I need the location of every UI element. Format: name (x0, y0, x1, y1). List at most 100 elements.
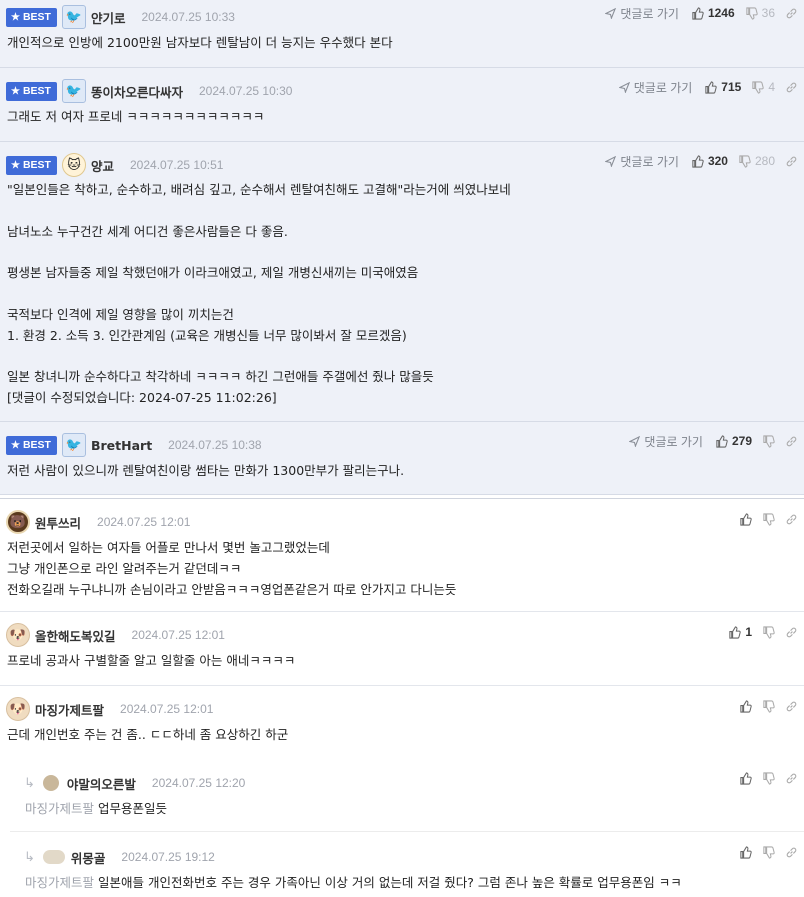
upvote-count: 320 (707, 154, 728, 168)
link-icon[interactable] (785, 700, 798, 713)
downvote-button[interactable] (762, 512, 775, 526)
thumbs-down-icon (763, 845, 775, 859)
bird-icon: 🐦 (61, 433, 86, 457)
thumbs-up-icon (716, 434, 728, 448)
thumbs-down-icon (763, 434, 775, 448)
best-comment: ★ BEST 🐱 양교 2024.07.25 10:51 댓글로 가기 320 2… (0, 142, 804, 422)
upvote-button[interactable]: 279 (715, 434, 752, 448)
downvote-button[interactable]: 4 (751, 80, 775, 94)
comment-body: 근데 개인번호 주는 건 좀.. ㄷㄷ하네 좀 요상하긴 하군 (7, 727, 289, 742)
link-icon[interactable] (785, 772, 798, 785)
upvote-count: 279 (731, 434, 752, 448)
downvote-button[interactable] (762, 625, 775, 639)
upvote-button[interactable] (739, 771, 752, 785)
send-icon (605, 7, 617, 19)
nickname[interactable]: 마징가제트팔 (35, 700, 104, 719)
upvote-count: 715 (721, 80, 742, 94)
comment-date: 2024.07.25 12:01 (120, 702, 214, 716)
nickname[interactable]: 야말의오른발 (67, 774, 136, 793)
bear-icon: 🐻 (6, 510, 30, 534)
upvote-button[interactable]: 1246 (691, 6, 735, 20)
upvote-button[interactable]: 320 (691, 154, 728, 168)
thumbs-up-icon (740, 845, 752, 859)
star-icon: ★ (11, 85, 20, 97)
nickname[interactable]: 얀기로 (91, 8, 126, 27)
link-icon[interactable] (785, 513, 798, 526)
mention-nickname[interactable]: 마징가제트팔 (25, 875, 94, 890)
link-icon[interactable] (785, 81, 798, 94)
reply-text: 일본애들 개인전화번호 주는 경우 가족아닌 이상 거의 없는데 저걸 줬다? … (98, 875, 682, 890)
link-icon[interactable] (785, 846, 798, 859)
downvote-count: 36 (761, 6, 775, 20)
upvote-button[interactable]: 1 (728, 625, 752, 639)
upvote-count: 1246 (707, 6, 735, 20)
goto-reply-link[interactable]: 댓글로 가기 (605, 153, 679, 170)
thumbs-up-icon (729, 625, 742, 639)
dog-icon: 🐶 (6, 697, 30, 721)
link-icon[interactable] (785, 435, 798, 448)
downvote-count: 280 (754, 154, 775, 168)
thumbs-down-icon (745, 6, 758, 20)
star-icon: ★ (11, 11, 20, 23)
upvote-button[interactable]: 715 (704, 80, 741, 94)
link-icon[interactable] (785, 7, 798, 20)
bird-icon: 🐦 (61, 5, 86, 29)
upvote-count: 1 (745, 625, 752, 639)
thumbs-down-icon (752, 80, 765, 94)
upvote-button[interactable] (739, 512, 752, 526)
star-icon: ★ (11, 159, 20, 171)
cat-icon: 🐱 (61, 153, 86, 177)
comment-body: "일본인들은 착하고, 순수하고, 배려심 깊고, 순수해서 렌탈여친해도 고결… (7, 182, 511, 405)
comment-date: 2024.07.25 12:01 (97, 515, 191, 529)
downvote-count: 4 (768, 80, 775, 94)
best-badge: ★ BEST (6, 7, 57, 27)
goto-reply-link[interactable]: 댓글로 가기 (605, 5, 679, 22)
downvote-button[interactable]: 36 (745, 6, 775, 20)
downvote-button[interactable] (762, 434, 775, 448)
downvote-button[interactable] (762, 845, 775, 859)
send-icon (605, 155, 617, 167)
reply-arrow-icon: ↳ (24, 849, 35, 865)
send-icon (618, 81, 630, 93)
goto-reply-link[interactable]: 댓글로 가기 (629, 433, 703, 450)
upvote-button[interactable] (739, 699, 752, 713)
nickname[interactable]: 원투쓰리 (35, 513, 81, 532)
nickname[interactable]: 똥이차오른다싸자 (91, 82, 183, 101)
downvote-button[interactable] (762, 699, 775, 713)
thumbs-down-icon (763, 771, 775, 785)
link-icon[interactable] (785, 626, 798, 639)
reply-body: 마징가제트팔 업무용폰일듯 (24, 796, 798, 819)
cloud-icon (42, 850, 65, 864)
best-comment: ★ BEST 🐦 똥이차오른다싸자 2024.07.25 10:30 댓글로 가기… (0, 68, 804, 142)
upvote-button[interactable] (739, 845, 752, 859)
thumbs-down-icon (763, 625, 775, 639)
nickname[interactable]: 위몽골 (71, 848, 106, 867)
best-badge: ★ BEST (6, 435, 57, 455)
mention-nickname[interactable]: 마징가제트팔 (25, 801, 94, 816)
comment-body: 개인적으로 인방에 2100만원 남자보다 렌탈남이 더 능지는 우수했다 본다 (7, 35, 393, 50)
comment-date: 2024.07.25 10:51 (130, 158, 224, 172)
comment: 🐻 원투쓰리 2024.07.25 12:01 저런곳에서 일하는 여자들 어플… (0, 499, 804, 612)
goto-reply-link[interactable]: 댓글로 가기 (618, 79, 692, 96)
thumbs-up-icon (705, 80, 717, 94)
reply-text: 업무용폰일듯 (98, 801, 168, 816)
best-badge: ★ BEST (6, 81, 57, 101)
thumbs-down-icon (763, 512, 775, 526)
comment-body: 저런곳에서 일하는 여자들 어플로 만나서 몇번 놀고그랬었는데 그냥 개인폰으… (7, 540, 457, 597)
comment-date: 2024.07.25 19:12 (121, 850, 215, 864)
nickname[interactable]: 양교 (91, 156, 114, 175)
downvote-button[interactable]: 280 (738, 154, 775, 168)
link-icon[interactable] (785, 155, 798, 168)
best-comment: ★ BEST 🐦 BretHart 2024.07.25 10:38 댓글로 가기… (0, 422, 804, 495)
nickname[interactable]: BretHart (91, 438, 152, 453)
reply-comment: ↳ 위몽골 2024.07.25 19:12 마징가제트팔 일본애들 개인전화번호… (10, 832, 804, 897)
thumbs-up-icon (740, 699, 752, 713)
bird-icon: 🐦 (61, 79, 86, 103)
downvote-button[interactable] (762, 771, 775, 785)
nickname[interactable]: 올한해도복있길 (35, 626, 116, 645)
star-icon: ★ (11, 439, 20, 451)
thumbs-up-icon (692, 6, 704, 20)
comment: 🐶 올한해도복있길 2024.07.25 12:01 1 프로네 공과사 구별할… (0, 612, 804, 686)
thumbs-down-icon (763, 699, 775, 713)
comment-body: 저런 사람이 있으니까 렌탈여친이랑 썸타는 만화가 1300만부가 팔리는구나… (7, 463, 405, 478)
